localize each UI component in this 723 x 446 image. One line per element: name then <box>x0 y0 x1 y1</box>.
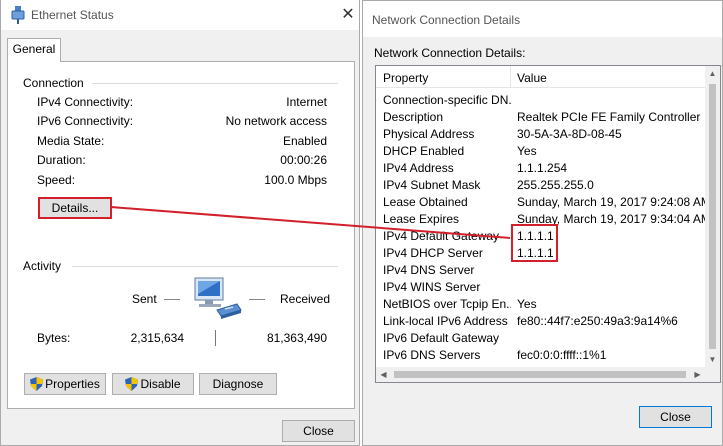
disable-button[interactable]: Disable <box>112 373 194 395</box>
details-close-button[interactable]: Close <box>639 406 712 428</box>
network-connection-details-window: Network Connection Details Network Conne… <box>362 0 723 446</box>
column-header-value[interactable]: Value <box>517 71 547 85</box>
scroll-left-icon[interactable]: ◀ <box>376 367 391 382</box>
network-computer-icon <box>194 277 242 319</box>
network-adapter-icon <box>11 6 25 24</box>
connection-heading: Connection <box>23 76 84 90</box>
list-item[interactable]: IPv6 DNS Servers fec0:0:0:ffff::1%1 <box>376 347 706 364</box>
property-cell: IPv6 Default Gateway <box>383 331 500 345</box>
value-cell: Sunday, March 19, 2017 9:24:08 AM <box>517 195 711 209</box>
bytes-received-value: 81,363,490 <box>266 331 327 345</box>
gateway-dhcp-highlight <box>511 224 558 262</box>
property-cell: IPv4 Address <box>383 161 454 175</box>
value-cell: fec0:0:0:ffff::1%1 <box>517 348 607 362</box>
property-cell: Physical Address <box>383 127 475 141</box>
ipv4-connectivity-value: Internet <box>286 95 327 109</box>
speed-label: Speed: <box>37 173 76 187</box>
details-window-title: Network Connection Details <box>372 13 521 27</box>
vertical-scroll-thumb[interactable] <box>709 84 716 349</box>
list-item[interactable]: NetBIOS over Tcpip En... Yes <box>376 296 706 313</box>
horizontal-scrollbar[interactable]: ◀ ▶ <box>376 367 720 382</box>
list-header: Property Value <box>376 66 706 88</box>
uac-shield-icon <box>30 377 44 391</box>
list-item[interactable]: Lease Obtained Sunday, March 19, 2017 9:2… <box>376 194 711 211</box>
property-cell: IPv4 DHCP Server <box>383 246 483 260</box>
duration-value: 00:00:26 <box>280 153 327 167</box>
value-cell: Yes <box>517 297 537 311</box>
activity-divider-tick <box>215 330 216 346</box>
property-cell: IPv4 Default Gateway <box>383 229 500 243</box>
list-item[interactable]: IPv4 Address 1.1.1.254 <box>376 160 706 177</box>
value-cell: 1.1.1.254 <box>517 161 568 175</box>
scroll-down-icon[interactable]: ▼ <box>705 352 720 367</box>
column-separator[interactable] <box>510 66 511 88</box>
window-title: Ethernet Status <box>31 8 114 22</box>
received-label: Received <box>280 292 331 306</box>
list-item[interactable]: Description Realtek PCIe FE Family Contro… <box>376 109 706 126</box>
property-cell: Lease Obtained <box>383 195 468 209</box>
scroll-right-icon[interactable]: ▶ <box>690 367 705 382</box>
list-item[interactable]: Link-local IPv6 Address fe80::44f7:e250:4… <box>376 313 706 330</box>
sent-dash <box>164 299 180 300</box>
list-item[interactable]: IPv6 Default Gateway <box>376 330 706 347</box>
list-item[interactable]: IPv4 WINS Server <box>376 279 706 296</box>
ipv4-connectivity-label: IPv4 Connectivity: <box>37 95 134 109</box>
details-titlebar[interactable]: Network Connection Details <box>363 1 722 37</box>
activity-divider <box>72 266 338 267</box>
list-item[interactable]: Connection-specific DN... <box>376 92 706 109</box>
details-heading: Network Connection Details: <box>374 46 526 60</box>
property-cell: Lease Expires <box>383 212 460 226</box>
property-cell: NetBIOS over Tcpip En... <box>383 297 511 311</box>
general-panel: Connection IPv4 Connectivity: Internet I… <box>7 61 355 409</box>
bytes-sent-value: 2,315,634 <box>130 331 184 345</box>
details-button[interactable]: Details... <box>38 197 112 219</box>
ipv6-connectivity-value: No network access <box>225 114 327 128</box>
value-cell: 255.255.255.0 <box>517 178 594 192</box>
connection-divider <box>92 83 338 84</box>
activity-heading: Activity <box>23 259 62 273</box>
property-cell: IPv4 WINS Server <box>383 280 481 294</box>
list-item[interactable]: DHCP Enabled Yes <box>376 143 706 160</box>
ethernet-status-titlebar[interactable]: Ethernet Status ✕ <box>1 0 359 30</box>
property-cell: Link-local IPv6 Address <box>383 314 508 328</box>
value-cell: Realtek PCIe FE Family Controller <box>517 110 701 124</box>
value-cell: Yes <box>517 144 537 158</box>
property-cell: IPv4 Subnet Mask <box>383 178 481 192</box>
property-cell: IPv6 DNS Servers <box>383 348 481 362</box>
ipv6-connectivity-label: IPv6 Connectivity: <box>37 114 134 128</box>
diagnose-button[interactable]: Diagnose <box>199 373 277 395</box>
received-dash <box>249 299 265 300</box>
scroll-up-icon[interactable]: ▲ <box>705 66 720 81</box>
ethernet-close-button[interactable]: Close <box>282 420 355 442</box>
ethernet-status-window: Ethernet Status ✕ General Connection IPv… <box>0 0 360 446</box>
sent-label: Sent <box>132 292 157 306</box>
column-header-property[interactable]: Property <box>383 71 428 85</box>
property-cell: IPv4 DNS Server <box>383 263 475 277</box>
horizontal-scroll-thumb[interactable] <box>394 371 686 378</box>
properties-label: Properties <box>45 377 100 391</box>
bytes-label: Bytes: <box>37 331 71 345</box>
value-cell: fe80::44f7:e250:49a3:9a14%6 <box>517 314 678 328</box>
property-cell: Connection-specific DN... <box>383 93 511 107</box>
properties-button[interactable]: Properties <box>24 373 106 395</box>
media-state-value: Enabled <box>282 134 327 148</box>
uac-shield-icon <box>125 377 139 391</box>
list-item[interactable]: IPv4 DNS Server <box>376 262 706 279</box>
list-item[interactable]: IPv4 Subnet Mask 255.255.255.0 <box>376 177 706 194</box>
property-cell: DHCP Enabled <box>383 144 465 158</box>
value-cell: 30-5A-3A-8D-08-45 <box>517 127 622 141</box>
vertical-scrollbar[interactable]: ▲ ▼ <box>705 66 720 367</box>
duration-label: Duration: <box>37 153 86 167</box>
disable-label: Disable <box>140 377 181 391</box>
tab-general[interactable]: General <box>7 38 61 62</box>
media-state-label: Media State: <box>37 134 105 148</box>
speed-value: 100.0 Mbps <box>264 173 327 187</box>
property-cell: Description <box>383 110 444 124</box>
close-icon[interactable]: ✕ <box>338 5 358 25</box>
details-list[interactable]: Property Value Connection-specific DN...… <box>375 65 721 383</box>
list-item[interactable]: Physical Address 30-5A-3A-8D-08-45 <box>376 126 706 143</box>
